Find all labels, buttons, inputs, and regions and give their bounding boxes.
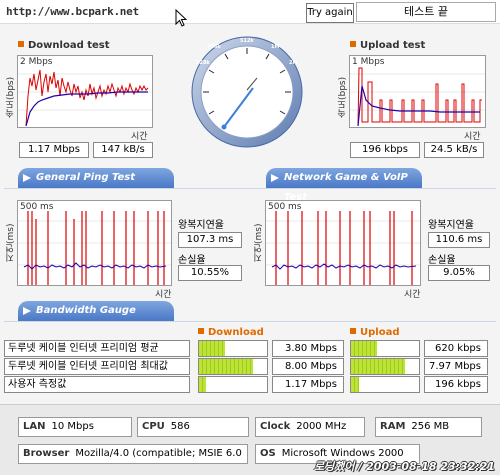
tab-network-game-voip-test[interactable]: Network Game & VoIP Test [266, 168, 422, 203]
mouse-cursor-icon [175, 9, 187, 27]
gauge-upload-heading: Upload [350, 327, 399, 338]
ping-latency-line [23, 262, 167, 270]
game-xlabel: 시간 [404, 290, 421, 300]
gauge-row: 두루넷 케이블 인터넷 프리미엄 평균 [4, 340, 190, 357]
svg-text:512k: 512k [240, 38, 254, 44]
upload-speed-bytes: 24.5 kB/s [424, 142, 484, 158]
speedometer-gauge: 512k 1M 2M 256k 128k [191, 36, 303, 148]
gauge-download-bullet-icon [198, 328, 204, 334]
upload-metric: 196 kbps [424, 376, 488, 393]
upload-speed-line [357, 67, 482, 127]
gauge-row: 사용자 측정값 [4, 376, 190, 393]
svg-text:2M: 2M [289, 60, 297, 66]
upload-meter [350, 376, 420, 393]
download-ylabel: 속도(bps) [6, 76, 16, 118]
tab-bandwidth-gauge[interactable]: Bandwidth Gauge [18, 301, 174, 321]
upload-ylabel: 속도(bps) [338, 76, 348, 118]
ping-rtt-label: 왕복지연율 [178, 220, 224, 231]
download-meter-fill [199, 377, 206, 392]
download-metric: 3.80 Mbps [272, 340, 344, 357]
ping-xlabel: 시간 [155, 290, 172, 300]
lan-info: LAN 10 Mbps [18, 417, 132, 437]
upload-graph: 1 Mbps [349, 55, 486, 128]
upload-meter [350, 340, 420, 357]
cpu-info: CPU 586 [137, 417, 249, 437]
upload-metric: 620 kbps [424, 340, 488, 357]
clock-info: Clock 2000 MHz [255, 417, 365, 437]
ping-loss-label: 손실율 [178, 255, 206, 266]
game-loss-label: 손실율 [428, 255, 456, 266]
game-arrow-icon [271, 174, 279, 182]
download-speed-bytes: 147 kB/s [93, 142, 153, 158]
download-meter-fill [199, 359, 254, 374]
gauge-row-label: 사용자 측정값 [4, 376, 190, 393]
download-meter-fill [199, 341, 225, 356]
download-speed-bits: 1.17 Mbps [19, 142, 89, 158]
tab-general-ping-test[interactable]: General Ping Test [18, 168, 174, 188]
download-upload-line [25, 69, 149, 127]
download-xlabel: 시간 [131, 132, 148, 142]
gauge-row-label: 두루넷 케이블 인터넷 프리미엄 최대값 [4, 358, 190, 375]
download-metric: 1.17 Mbps [272, 376, 344, 393]
game-rtt-value: 110.6 ms [428, 232, 490, 248]
ping-graph: 500 ms [17, 200, 172, 286]
ping-ylabel: 지연(ms) [6, 223, 16, 262]
try-again-button[interactable]: Try again [306, 3, 354, 23]
ping-loss-spikes [27, 211, 165, 285]
upload-speed-bits: 196 kbps [350, 142, 420, 158]
svg-text:128k: 128k [196, 60, 210, 66]
upload-meter-fill [351, 377, 360, 392]
download-bullet-icon [18, 41, 24, 47]
gauge-download-heading: Download [198, 327, 264, 338]
upload-title: Upload test [350, 40, 425, 51]
upload-bullet-icon [350, 41, 356, 47]
test-end-status: 테스트 끝 [356, 2, 496, 22]
game-graph: 500 ms [265, 200, 421, 286]
download-graph: 2 Mbps [17, 55, 153, 128]
divider [4, 321, 496, 322]
download-title: Download test [18, 40, 110, 51]
upload-meter [350, 358, 420, 375]
upload-meter-fill [351, 341, 377, 356]
upload-meter-fill [351, 359, 406, 374]
ram-info: RAM 256 MB [375, 417, 482, 437]
divider [4, 188, 496, 189]
download-average-line [25, 91, 148, 127]
svg-text:1M: 1M [271, 44, 279, 50]
timestamp-stamp: 로딩했어 / 2003-08-18 23:32:21 [314, 460, 496, 473]
gauge-upload-bullet-icon [350, 328, 356, 334]
ping-rtt-value: 107.3 ms [178, 232, 242, 248]
download-metric: 8.00 Mbps [272, 358, 344, 375]
game-loss-spikes [275, 211, 413, 285]
gauge-row-label: 두루넷 케이블 인터넷 프리미엄 평균 [4, 340, 190, 357]
game-ylabel: 지연(ms) [254, 223, 264, 262]
game-rtt-label: 왕복지연율 [428, 220, 474, 231]
download-meter [198, 340, 268, 357]
gauge-row: 두루넷 케이블 인터넷 프리미엄 최대값 [4, 358, 190, 375]
site-url[interactable]: http://www.bcpark.net [6, 5, 139, 18]
svg-text:256k: 256k [207, 44, 221, 50]
ping-arrow-icon [23, 174, 31, 182]
browser-info: Browser Mozilla/4.0 (compatible; MSIE 6.0 [18, 444, 248, 464]
gauge-arrow-icon [23, 307, 31, 315]
game-loss-value: 9.05% [428, 265, 490, 281]
upload-metric: 7.97 Mbps [424, 358, 488, 375]
download-meter [198, 358, 268, 375]
ping-loss-value: 10.55% [178, 265, 242, 281]
upload-xlabel: 시간 [464, 132, 481, 142]
download-meter [198, 376, 268, 393]
